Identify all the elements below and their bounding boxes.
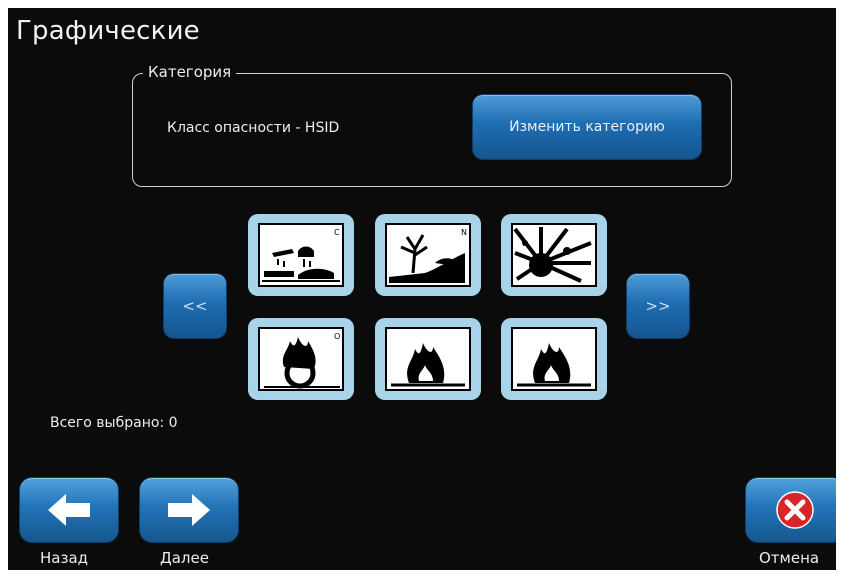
cancel-button[interactable] bbox=[746, 478, 836, 542]
category-group: Категория Класс опасности - HSID Изменит… bbox=[132, 63, 732, 187]
category-legend: Категория bbox=[143, 63, 237, 81]
symbol-corner-letter: N bbox=[461, 228, 467, 237]
symbol-tile-corrosive[interactable]: C bbox=[248, 214, 354, 296]
symbol-corner-letter: O bbox=[334, 332, 340, 341]
symbol-tile-environment[interactable]: N bbox=[375, 214, 481, 296]
symbol-tile-explosive[interactable] bbox=[501, 214, 607, 296]
next-button[interactable] bbox=[140, 478, 238, 542]
corrosive-icon: C bbox=[258, 223, 344, 287]
cancel-label: Отмена bbox=[759, 549, 820, 567]
back-button[interactable] bbox=[20, 478, 118, 542]
symbol-tile-flammable-2[interactable] bbox=[501, 318, 607, 400]
symbol-corner-letter: C bbox=[334, 228, 340, 237]
close-icon bbox=[776, 491, 814, 529]
flammable-icon bbox=[385, 327, 471, 391]
explosive-icon bbox=[511, 223, 597, 287]
next-page-button[interactable]: >> bbox=[627, 274, 689, 338]
arrow-right-icon bbox=[168, 494, 210, 526]
oxidizer-icon: O bbox=[258, 327, 344, 391]
symbol-tile-oxidizer[interactable]: O bbox=[248, 318, 354, 400]
back-label: Назад bbox=[40, 549, 89, 567]
previous-page-button[interactable]: << bbox=[164, 274, 226, 338]
total-selected: Всего выбрано: 0 bbox=[50, 415, 178, 431]
next-label: Далее bbox=[160, 549, 209, 567]
change-category-button[interactable]: Изменить категорию bbox=[473, 95, 701, 159]
category-value: Класс опасности - HSID bbox=[167, 120, 340, 136]
environment-hazard-icon: N bbox=[385, 223, 471, 287]
flammable-icon bbox=[511, 327, 597, 391]
symbol-tile-flammable-1[interactable] bbox=[375, 318, 481, 400]
page-title: Графические bbox=[16, 16, 200, 46]
arrow-left-icon bbox=[48, 494, 90, 526]
screen: Графические Категория Класс опасности - … bbox=[8, 8, 836, 570]
